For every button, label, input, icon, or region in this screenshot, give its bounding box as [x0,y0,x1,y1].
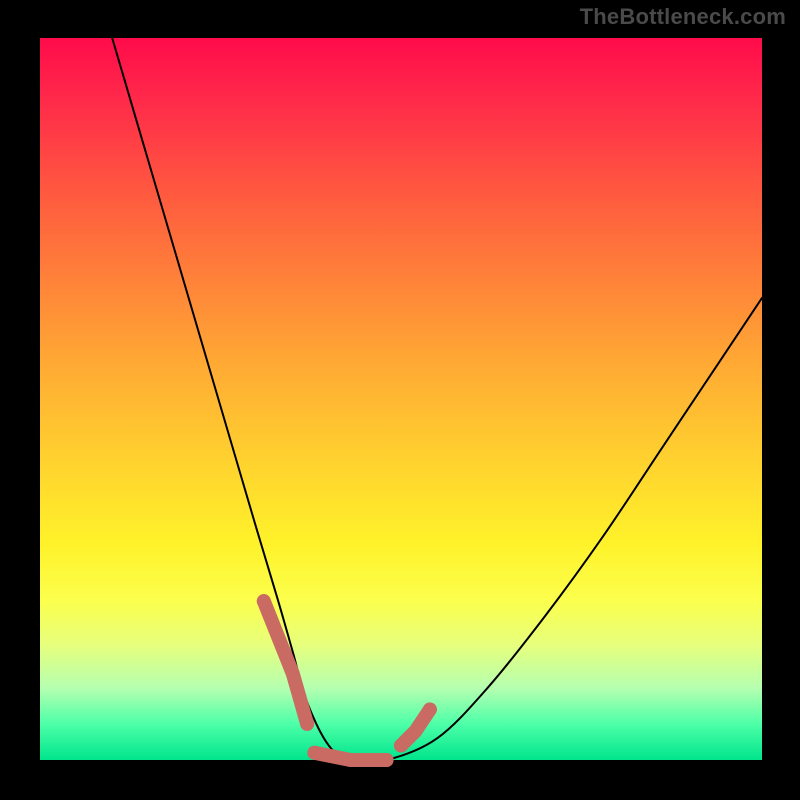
plot-area [40,38,762,760]
bottleneck-curve [112,38,762,762]
chart-frame: TheBottleneck.com [0,0,800,800]
curve-layer [40,38,762,760]
watermark-text: TheBottleneck.com [580,4,786,30]
